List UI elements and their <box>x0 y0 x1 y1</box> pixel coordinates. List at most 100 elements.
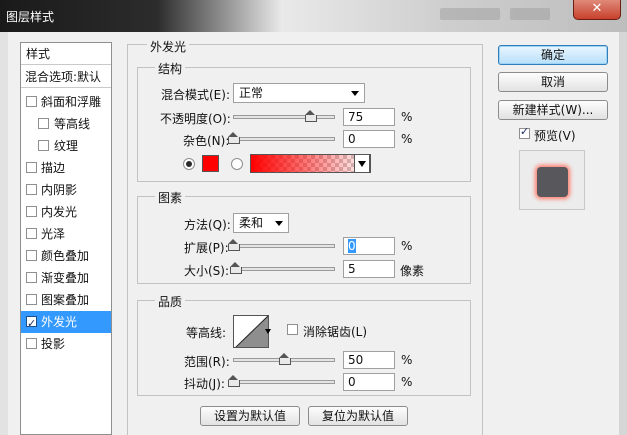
opacity-slider-track[interactable] <box>233 115 335 119</box>
preview-thumbnail <box>537 167 568 197</box>
style-item-5[interactable]: 内发光 <box>21 201 111 223</box>
range-label: 范围(R): <box>184 355 230 369</box>
blend-mode-select[interactable]: 正常 <box>233 83 365 103</box>
window-frame-left <box>0 32 8 435</box>
style-item-label: 外发光 <box>41 315 78 329</box>
style-item-checkbox[interactable] <box>26 206 37 217</box>
style-item-label: 内发光 <box>41 205 78 219</box>
style-item-4[interactable]: 内阴影 <box>21 179 111 201</box>
jitter-unit: % <box>401 375 413 389</box>
opacity-slider-thumb[interactable] <box>304 110 317 122</box>
blend-mode-value: 正常 <box>239 86 264 100</box>
style-item-label: 光泽 <box>41 227 66 241</box>
background-ghost <box>440 8 500 20</box>
spread-label: 扩展(P): <box>184 241 229 255</box>
range-slider-thumb[interactable] <box>279 353 291 365</box>
style-list-header[interactable]: 样式 <box>21 43 111 65</box>
style-item-checkbox[interactable] <box>26 250 37 261</box>
new-style-button[interactable]: 新建样式(W)... <box>498 100 608 120</box>
style-item-checkbox[interactable] <box>38 118 49 129</box>
title-bar: 图层样式 ✕ <box>0 0 627 32</box>
background-ghost <box>510 8 550 20</box>
style-item-6[interactable]: 光泽 <box>21 223 111 245</box>
chevron-down-icon <box>351 91 359 96</box>
spread-input[interactable]: 0 <box>343 237 395 255</box>
jitter-slider-track[interactable] <box>233 380 335 384</box>
style-item-label: 纹理 <box>54 139 79 153</box>
contour-label: 等高线: <box>186 326 227 340</box>
jitter-slider-thumb[interactable] <box>228 375 240 387</box>
style-item-10[interactable]: 外发光 <box>21 311 111 335</box>
elements-title: 图素 <box>155 189 186 206</box>
technique-select[interactable]: 柔和 <box>233 213 289 233</box>
opacity-unit: % <box>401 110 413 124</box>
window-title: 图层样式 <box>6 10 55 24</box>
style-list-header-label: 样式 <box>26 47 51 61</box>
style-item-label: 图案叠加 <box>41 293 90 307</box>
style-item-1[interactable]: 等高线 <box>21 113 111 135</box>
technique-label: 方法(Q): <box>184 218 231 232</box>
make-default-button[interactable]: 设置为默认值 <box>200 406 300 426</box>
cancel-button[interactable]: 取消 <box>498 72 608 92</box>
style-item-label: 投影 <box>41 337 66 351</box>
style-item-0[interactable]: 斜面和浮雕 <box>21 91 111 113</box>
contour-dropdown[interactable] <box>264 315 273 348</box>
noise-input[interactable]: 0 <box>343 130 395 148</box>
style-item-7[interactable]: 颜色叠加 <box>21 245 111 267</box>
size-slider-thumb[interactable] <box>230 262 243 274</box>
preview-label: 预览(V) <box>534 129 576 143</box>
noise-slider-thumb[interactable] <box>228 132 240 144</box>
spread-unit: % <box>401 239 413 253</box>
size-unit: 像素 <box>400 264 425 278</box>
style-item-checkbox[interactable] <box>26 272 37 283</box>
anti-alias-label: 消除锯齿(L) <box>303 325 368 339</box>
anti-alias-checkbox[interactable] <box>287 324 298 335</box>
gradient-dropdown-button[interactable] <box>354 154 370 173</box>
spread-slider-track[interactable] <box>233 244 335 248</box>
window-frame-right <box>619 32 627 435</box>
style-item-checkbox[interactable] <box>26 162 37 173</box>
style-item-checkbox[interactable] <box>26 96 37 107</box>
style-item-checkbox[interactable] <box>26 228 37 239</box>
glow-color-swatch[interactable] <box>202 155 219 172</box>
range-input[interactable]: 50 <box>343 351 395 369</box>
reset-default-button[interactable]: 复位为默认值 <box>308 406 408 426</box>
preview-checkbox[interactable] <box>519 125 530 139</box>
chevron-down-icon <box>275 221 283 226</box>
style-item-11[interactable]: 投影 <box>21 333 111 355</box>
size-label: 大小(S): <box>184 264 230 278</box>
blend-options-item[interactable]: 混合选项:默认 <box>21 66 111 88</box>
style-item-checkbox[interactable] <box>26 184 37 195</box>
style-item-8[interactable]: 渐变叠加 <box>21 267 111 289</box>
solid-color-radio[interactable] <box>183 158 195 170</box>
spread-value: 0 <box>348 239 356 253</box>
gradient-picker[interactable] <box>250 154 371 173</box>
style-item-9[interactable]: 图案叠加 <box>21 289 111 311</box>
gradient-radio[interactable] <box>231 158 243 170</box>
style-item-label: 斜面和浮雕 <box>41 95 102 109</box>
close-icon: ✕ <box>591 1 603 16</box>
ok-button[interactable]: 确定 <box>498 45 608 65</box>
style-item-label: 等高线 <box>54 117 91 131</box>
size-input[interactable]: 5 <box>343 260 395 278</box>
noise-slider-track[interactable] <box>233 137 335 141</box>
panel-title: 外发光 <box>147 38 190 55</box>
jitter-input[interactable]: 0 <box>343 373 395 391</box>
style-item-label: 颜色叠加 <box>41 249 90 263</box>
quality-title: 品质 <box>155 293 186 310</box>
style-preview <box>519 150 585 210</box>
style-item-checkbox[interactable] <box>26 313 37 335</box>
noise-label: 杂色(N): <box>183 134 230 148</box>
style-item-checkbox[interactable] <box>26 294 37 305</box>
style-item-3[interactable]: 描边 <box>21 157 111 179</box>
size-slider-track[interactable] <box>233 267 335 271</box>
opacity-input[interactable]: 75 <box>343 108 395 126</box>
style-item-checkbox[interactable] <box>38 140 49 151</box>
style-item-2[interactable]: 纹理 <box>21 135 111 157</box>
style-item-checkbox[interactable] <box>26 338 37 349</box>
close-button[interactable]: ✕ <box>573 0 621 20</box>
style-list: 样式 混合选项:默认 斜面和浮雕等高线纹理描边内阴影内发光光泽颜色叠加渐变叠加图… <box>20 42 112 435</box>
structure-title: 结构 <box>155 60 186 77</box>
spread-slider-thumb[interactable] <box>228 239 240 251</box>
style-item-label: 内阴影 <box>41 183 78 197</box>
